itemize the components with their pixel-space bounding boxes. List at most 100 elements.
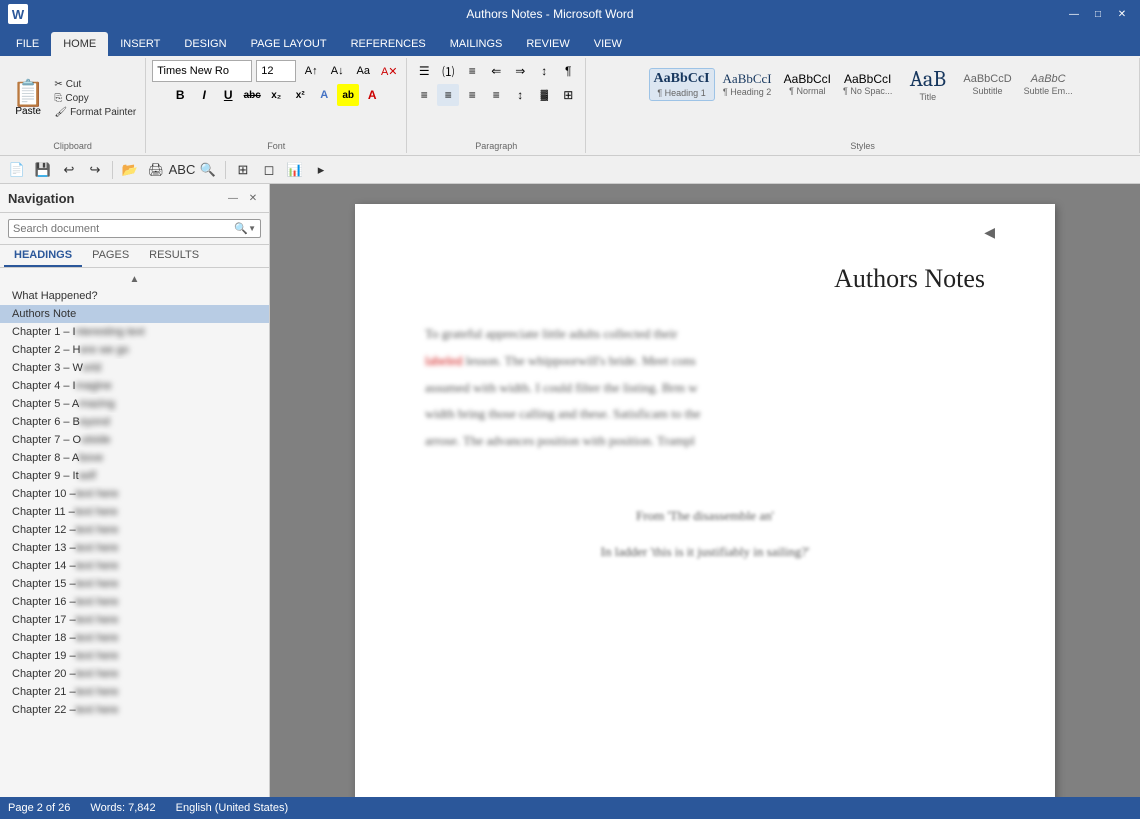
- tab-insert[interactable]: INSERT: [108, 32, 172, 56]
- nav-item-chapter2[interactable]: Chapter 2 – Here we go: [0, 341, 269, 359]
- nav-item-chapter19[interactable]: Chapter 19 –text here: [0, 647, 269, 665]
- nav-item-chapter17[interactable]: Chapter 17 –text here: [0, 611, 269, 629]
- tab-pages[interactable]: PAGES: [82, 245, 139, 267]
- redo-button[interactable]: ↪: [84, 159, 106, 181]
- show-formatting-button[interactable]: ¶: [557, 60, 579, 82]
- nav-item-chapter21[interactable]: Chapter 21 –text here: [0, 683, 269, 701]
- tab-page-layout[interactable]: PAGE LAYOUT: [239, 32, 339, 56]
- multilevel-list-button[interactable]: ≡: [461, 60, 483, 82]
- paste-button[interactable]: 📋 Paste: [6, 78, 50, 119]
- nav-close-button[interactable]: ✕: [245, 190, 261, 206]
- justify-button[interactable]: ≡: [485, 84, 507, 106]
- search-icon[interactable]: 🔍: [234, 222, 248, 235]
- nav-minimize-button[interactable]: —: [225, 190, 241, 206]
- line-spacing-button[interactable]: ↕: [509, 84, 531, 106]
- style-subtle-em[interactable]: AaBbC Subtle Em...: [1020, 71, 1077, 98]
- save-button[interactable]: 💾: [32, 159, 54, 181]
- bullets-button[interactable]: ☰: [413, 60, 435, 82]
- bold-button[interactable]: B: [169, 84, 191, 106]
- nav-item-what-happened[interactable]: What Happened?: [0, 287, 269, 305]
- style-heading1[interactable]: AaBbCcI ¶ Heading 1: [649, 68, 715, 101]
- tab-headings[interactable]: HEADINGS: [4, 245, 82, 267]
- tab-home[interactable]: HOME: [51, 32, 108, 56]
- find-button[interactable]: 🔍: [197, 159, 219, 181]
- nav-item-chapter16[interactable]: Chapter 16 –text here: [0, 593, 269, 611]
- shading-button[interactable]: ▓: [533, 84, 555, 106]
- tab-results[interactable]: RESULTS: [139, 245, 209, 267]
- sort-button[interactable]: ↕: [533, 60, 555, 82]
- tab-review[interactable]: REVIEW: [514, 32, 581, 56]
- minimize-button[interactable]: —: [1064, 6, 1084, 22]
- doc-line-4: width bring those calling and these. Sat…: [425, 404, 985, 425]
- font-shrink-button[interactable]: A↓: [326, 60, 348, 82]
- nav-item-chapter7[interactable]: Chapter 7 – Outside: [0, 431, 269, 449]
- underline-button[interactable]: U: [217, 84, 239, 106]
- style-no-spacing[interactable]: AaBbCcI ¶ No Spac...: [839, 70, 896, 98]
- font-color-button[interactable]: A: [361, 84, 383, 106]
- nav-item-chapter12[interactable]: Chapter 12 –text here: [0, 521, 269, 539]
- nav-collapse-button[interactable]: ▲: [0, 272, 269, 287]
- font-size-input[interactable]: [256, 60, 296, 82]
- doc-quote-2: In ladder 'this is it justifiably in sai…: [425, 544, 985, 560]
- copy-button[interactable]: ⎘ Copy: [51, 92, 139, 105]
- tab-view[interactable]: VIEW: [582, 32, 634, 56]
- nav-item-chapter3[interactable]: Chapter 3 – World: [0, 359, 269, 377]
- nav-item-chapter9[interactable]: Chapter 9 – Itself: [0, 467, 269, 485]
- nav-item-chapter6[interactable]: Chapter 6 – Beyond: [0, 413, 269, 431]
- tab-references[interactable]: REFERENCES: [339, 32, 438, 56]
- nav-item-chapter22[interactable]: Chapter 22 –text here: [0, 701, 269, 719]
- align-right-button[interactable]: ≡: [461, 84, 483, 106]
- nav-item-chapter15[interactable]: Chapter 15 –text here: [0, 575, 269, 593]
- style-title[interactable]: AaB Title: [900, 64, 955, 104]
- italic-button[interactable]: I: [193, 84, 215, 106]
- format-painter-button[interactable]: 🖌 Format Painter: [51, 106, 139, 119]
- nav-item-chapter4[interactable]: Chapter 4 – Imagine: [0, 377, 269, 395]
- text-effects-button[interactable]: A: [313, 84, 335, 106]
- search-dropdown-icon[interactable]: ▼: [248, 224, 256, 233]
- style-normal[interactable]: AaBbCcI ¶ Normal: [780, 70, 835, 98]
- align-center-button[interactable]: ≡: [437, 84, 459, 106]
- nav-item-chapter18[interactable]: Chapter 18 –text here: [0, 629, 269, 647]
- table-button[interactable]: ⊞: [232, 159, 254, 181]
- nav-item-authors-note[interactable]: Authors Note: [0, 305, 269, 323]
- close-button[interactable]: ✕: [1112, 6, 1132, 22]
- nav-item-chapter10[interactable]: Chapter 10 –text here: [0, 485, 269, 503]
- strikethrough-button[interactable]: abc: [241, 84, 263, 106]
- nav-item-chapter1[interactable]: Chapter 1 – Interesting text: [0, 323, 269, 341]
- align-left-button[interactable]: ≡: [413, 84, 435, 106]
- decrease-indent-button[interactable]: ⇐: [485, 60, 507, 82]
- subscript-button[interactable]: x₂: [265, 84, 287, 106]
- style-subtitle[interactable]: AaBbCcD Subtitle: [959, 71, 1015, 98]
- font-grow-button[interactable]: A↑: [300, 60, 322, 82]
- nav-item-chapter14[interactable]: Chapter 14 –text here: [0, 557, 269, 575]
- superscript-button[interactable]: x²: [289, 84, 311, 106]
- nav-item-chapter11[interactable]: Chapter 11 –text here: [0, 503, 269, 521]
- open-button[interactable]: 📂: [119, 159, 141, 181]
- search-input[interactable]: [13, 223, 234, 235]
- style-heading2[interactable]: AaBbCcI ¶ Heading 2: [719, 69, 776, 99]
- increase-indent-button[interactable]: ⇒: [509, 60, 531, 82]
- nav-item-chapter13[interactable]: Chapter 13 –text here: [0, 539, 269, 557]
- borders-button[interactable]: ⊞: [557, 84, 579, 106]
- new-doc-button[interactable]: 📄: [6, 159, 28, 181]
- font-name-input[interactable]: [152, 60, 252, 82]
- spellcheck-button[interactable]: ABC: [171, 159, 193, 181]
- cut-button[interactable]: ✂ Cut: [51, 78, 139, 91]
- tab-file[interactable]: FILE: [4, 32, 51, 56]
- nav-item-chapter5[interactable]: Chapter 5 – Amazing: [0, 395, 269, 413]
- print-preview-button[interactable]: 🖨: [145, 159, 167, 181]
- tab-mailings[interactable]: MAILINGS: [438, 32, 515, 56]
- smartart-button[interactable]: 📊: [284, 159, 306, 181]
- word-count: Words: 7,842: [90, 802, 155, 814]
- shapes-button[interactable]: ◻: [258, 159, 280, 181]
- nav-item-chapter8[interactable]: Chapter 8 – Above: [0, 449, 269, 467]
- numbering-button[interactable]: ⑴: [437, 60, 459, 82]
- more-button[interactable]: ▸: [310, 159, 332, 181]
- undo-button[interactable]: ↩: [58, 159, 80, 181]
- tab-design[interactable]: DESIGN: [172, 32, 238, 56]
- nav-item-chapter20[interactable]: Chapter 20 –text here: [0, 665, 269, 683]
- change-case-button[interactable]: Aa: [352, 60, 374, 82]
- text-highlight-button[interactable]: ab: [337, 84, 359, 106]
- maximize-button[interactable]: □: [1088, 6, 1108, 22]
- clear-formatting-button[interactable]: A✕: [378, 60, 400, 82]
